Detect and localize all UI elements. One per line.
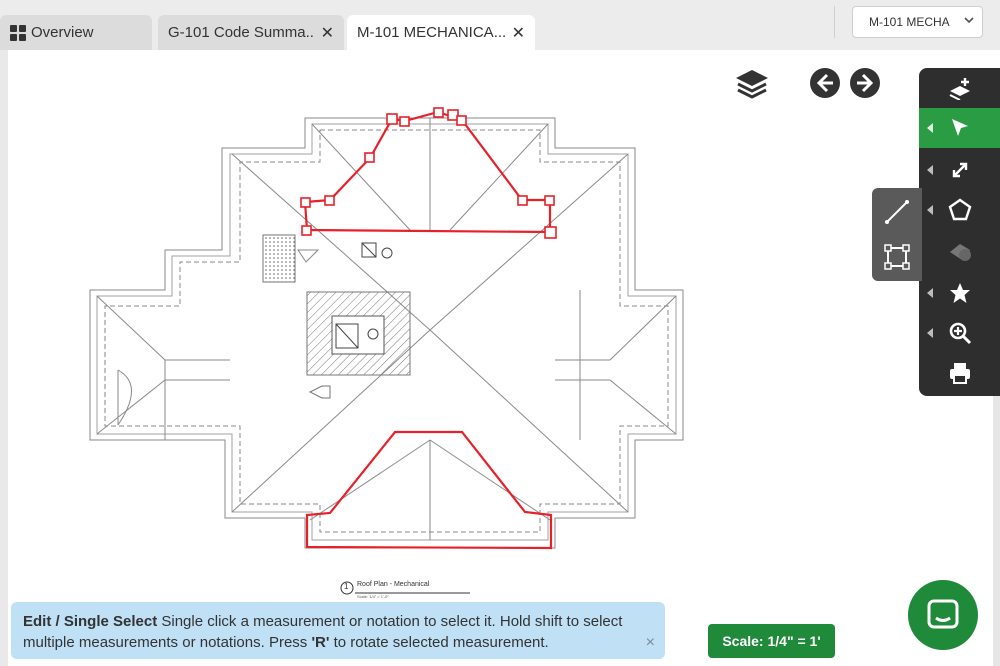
measure-subtools	[872, 188, 922, 281]
chat-button[interactable]	[908, 580, 978, 650]
drawing-scale-note: Scale: 1/4" = 1'-0"	[357, 594, 389, 599]
add-layer-button[interactable]	[919, 68, 1000, 108]
print-button[interactable]	[919, 353, 1000, 393]
shapes-tool-button[interactable]	[919, 232, 1000, 272]
star-icon	[949, 283, 970, 303]
hint-close-button[interactable]: ×	[646, 632, 655, 653]
line-tool-button[interactable]	[872, 190, 922, 234]
area-tool-button[interactable]	[919, 190, 1000, 230]
line-icon	[885, 200, 909, 224]
select-arrow-icon	[951, 119, 968, 136]
drawing-title-number: 1	[344, 582, 349, 591]
next-arrow-icon[interactable]	[849, 67, 881, 99]
hint-body-end: to rotate selected measurement.	[329, 634, 549, 651]
zoom-in-icon	[949, 322, 971, 345]
shapes-icon	[949, 244, 971, 261]
print-icon	[949, 363, 970, 384]
hint-banner: Edit / Single Select Single click a meas…	[11, 602, 665, 659]
expand-icon	[952, 162, 967, 178]
expand-caret-icon	[927, 205, 933, 215]
chat-icon	[927, 599, 959, 629]
expand-caret-icon	[927, 328, 933, 338]
zoom-button[interactable]	[919, 313, 1000, 353]
roof-plan-drawing	[89, 107, 684, 595]
rectangle-tool-button[interactable]	[872, 235, 922, 279]
polygon-icon	[948, 198, 971, 221]
select-tool-button[interactable]	[919, 108, 1000, 148]
hint-title: Edit / Single Select	[23, 613, 158, 630]
drawing-title: Roof Plan - Mechanical	[357, 581, 430, 588]
add-layer-icon	[949, 78, 970, 100]
hint-key: 'R'	[311, 634, 330, 651]
measure-length-button[interactable]	[919, 150, 1000, 190]
markup-toolbar	[919, 68, 1000, 396]
favorites-button[interactable]	[919, 273, 1000, 313]
scale-button[interactable]: Scale: 1/4" = 1'	[708, 624, 835, 658]
expand-caret-icon	[927, 288, 933, 298]
layers-icon[interactable]	[733, 66, 771, 102]
rectangle-icon	[884, 244, 910, 270]
expand-caret-icon	[927, 123, 933, 133]
previous-arrow-icon[interactable]	[809, 67, 841, 99]
expand-caret-icon	[927, 165, 933, 175]
